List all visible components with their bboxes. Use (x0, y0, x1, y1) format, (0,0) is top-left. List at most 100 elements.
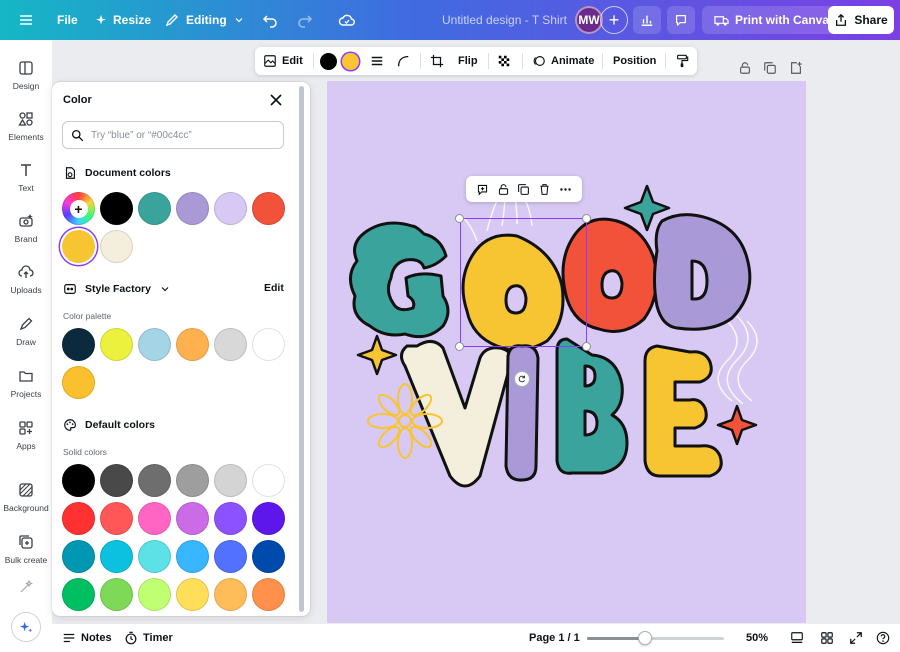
color-swatch[interactable] (214, 464, 247, 497)
avatar[interactable]: MW (575, 6, 603, 34)
color-swatch[interactable] (138, 192, 171, 225)
color-swatch[interactable] (176, 502, 209, 535)
color-swatch[interactable] (176, 578, 209, 611)
flip-button[interactable]: Flip (458, 47, 478, 75)
cloud-save-button[interactable] (338, 0, 356, 40)
color-swatch[interactable] (176, 328, 209, 361)
color-swatch[interactable] (138, 578, 171, 611)
color-swatch[interactable] (100, 502, 133, 535)
zoom-slider-thumb[interactable] (637, 631, 652, 645)
copy-style-button[interactable] (675, 47, 689, 75)
color-swatch[interactable] (138, 502, 171, 535)
rotate-handle[interactable] (514, 371, 530, 387)
color-swatch[interactable] (62, 366, 95, 399)
color-swatch[interactable] (252, 192, 285, 225)
redo-button[interactable] (297, 0, 313, 40)
resize-button[interactable]: Resize (95, 0, 151, 40)
rail-item-design[interactable]: Design (0, 52, 52, 98)
share-button[interactable]: Share (828, 6, 894, 34)
color-swatch[interactable] (214, 540, 247, 573)
color-swatch[interactable] (62, 464, 95, 497)
transparency-button[interactable] (497, 47, 511, 75)
color-swatch[interactable] (100, 464, 133, 497)
page-view-button[interactable] (790, 624, 804, 652)
resize-handle[interactable] (455, 214, 464, 223)
lock-icon[interactable] (738, 61, 752, 75)
selection-box[interactable] (460, 218, 587, 347)
color-swatch[interactable] (138, 540, 171, 573)
color-swatch[interactable] (100, 540, 133, 573)
color-swatch[interactable] (252, 502, 285, 535)
resize-handle[interactable] (582, 342, 591, 351)
file-menu-button[interactable]: File (57, 0, 78, 40)
crop-button[interactable] (430, 47, 444, 75)
color-swatch[interactable] (176, 464, 209, 497)
style-edit-link[interactable]: Edit (264, 282, 284, 294)
design-title[interactable]: Untitled design - T Shirt (442, 0, 567, 40)
timer-button[interactable]: Timer (124, 624, 173, 652)
color-swatch[interactable] (214, 328, 247, 361)
color-swatch[interactable] (138, 464, 171, 497)
color-swatch[interactable] (214, 502, 247, 535)
close-icon[interactable] (268, 92, 284, 108)
trash-icon[interactable] (538, 183, 551, 196)
color-yellow-button[interactable] (342, 47, 359, 75)
color-swatch[interactable] (214, 192, 247, 225)
duplicate-page-icon[interactable] (763, 61, 777, 75)
good-vibe-artwork[interactable] (327, 81, 806, 623)
rail-item-uploads[interactable]: Uploads (0, 256, 52, 302)
duplicate-icon[interactable] (517, 183, 530, 196)
color-swatch[interactable] (176, 540, 209, 573)
color-swatch[interactable] (62, 578, 95, 611)
rail-item-apps[interactable]: Apps (0, 412, 52, 458)
color-swatch[interactable] (100, 230, 133, 263)
zoom-slider[interactable] (587, 637, 724, 640)
color-swatch[interactable] (100, 192, 133, 225)
color-swatch[interactable] (62, 540, 95, 573)
rail-item-draw[interactable]: Draw (0, 308, 52, 354)
panel-scrollbar-thumb[interactable] (299, 86, 304, 612)
color-black-button[interactable] (320, 47, 337, 75)
color-swatch[interactable] (252, 540, 285, 573)
resize-handle[interactable] (582, 214, 591, 223)
grid-view-button[interactable] (820, 624, 834, 652)
rail-item-text[interactable]: Text (0, 154, 52, 200)
canva-assistant-button[interactable] (11, 612, 41, 642)
animate-button[interactable]: Animate (532, 47, 594, 75)
color-swatch[interactable] (252, 464, 285, 497)
rail-more[interactable] (0, 572, 52, 602)
color-swatch[interactable] (252, 578, 285, 611)
style-factory-heading[interactable]: Style Factory (63, 282, 171, 296)
help-button[interactable] (876, 624, 890, 652)
position-button[interactable]: Position (613, 47, 656, 75)
color-search[interactable] (62, 121, 284, 149)
color-swatch[interactable] (100, 328, 133, 361)
color-swatch[interactable] (62, 502, 95, 535)
editing-mode-button[interactable]: Editing (164, 0, 245, 40)
rail-item-elements[interactable]: Elements (0, 103, 52, 149)
color-swatch[interactable] (176, 192, 209, 225)
color-swatch[interactable] (62, 328, 95, 361)
add-page-icon[interactable] (789, 61, 803, 75)
add-color-button[interactable]: + (62, 192, 95, 225)
color-swatch[interactable] (62, 230, 95, 263)
rail-item-projects[interactable]: Projects (0, 360, 52, 406)
undo-button[interactable] (262, 0, 278, 40)
design-canvas[interactable] (327, 81, 806, 623)
color-search-input[interactable] (91, 127, 276, 144)
edit-image-button[interactable]: Edit (263, 47, 303, 75)
comment-add-icon[interactable] (476, 183, 489, 196)
border-style-button[interactable] (370, 47, 384, 75)
fullscreen-button[interactable] (849, 624, 863, 652)
lock-icon[interactable] (497, 183, 510, 196)
more-options-icon[interactable] (559, 183, 572, 196)
main-menu-button[interactable] (18, 0, 34, 40)
panel-scrollbar[interactable] (299, 86, 304, 612)
insights-button[interactable] (633, 6, 661, 34)
notes-button[interactable]: Notes (62, 624, 112, 652)
color-swatch[interactable] (214, 578, 247, 611)
print-with-canva-button[interactable]: Print with Canva (702, 6, 842, 34)
add-collaborator-button[interactable]: + (600, 6, 628, 34)
zoom-level[interactable]: 50% (746, 624, 768, 652)
color-swatch[interactable] (100, 578, 133, 611)
